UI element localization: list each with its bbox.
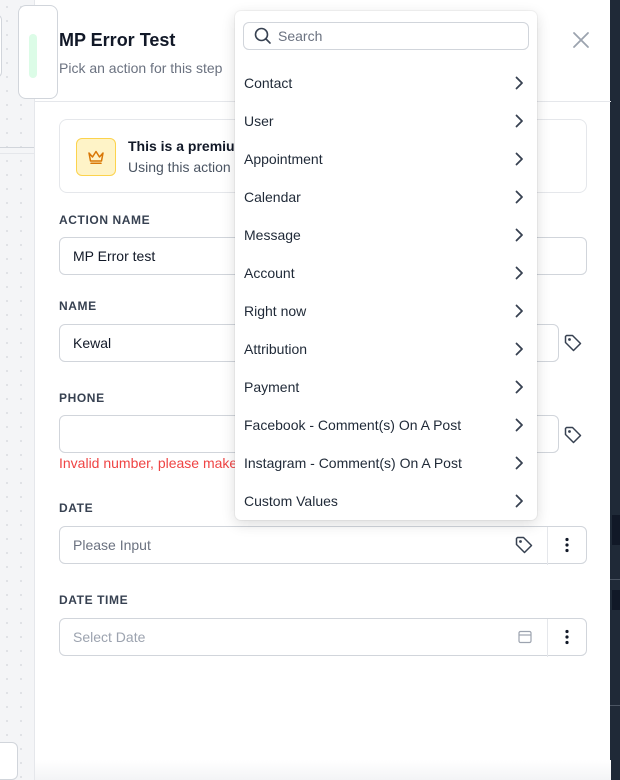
chevron-right-icon: [515, 418, 523, 432]
kebab-icon: [565, 629, 569, 645]
variable-picker-dropdown: Contact User Appointment Calendar Message Acc…: [235, 11, 537, 520]
chevron-right-icon: [515, 152, 523, 166]
dropdown-item-calendar[interactable]: Calendar: [235, 178, 537, 216]
tag-icon: [515, 536, 533, 554]
dropdown-item-payment[interactable]: Payment: [235, 368, 537, 406]
name-tag-button[interactable]: [561, 331, 585, 355]
premium-description: Using this action: [128, 159, 231, 175]
dropdown-item-label: Facebook - Comment(s) On A Post: [244, 417, 462, 433]
canvas-divider: [0, 147, 36, 148]
chevron-right-icon: [515, 114, 523, 128]
action-name-label: ACTION NAME: [59, 213, 151, 227]
crown-icon: [76, 138, 116, 176]
background-line: [610, 579, 620, 580]
dropdown-item-label: Attribution: [244, 341, 308, 357]
canvas-node: [18, 5, 58, 99]
panel-subtitle: Pick an action for this step: [59, 60, 223, 76]
dropdown-item-custom-values[interactable]: Custom Values: [235, 482, 537, 520]
chevron-right-icon: [515, 494, 523, 508]
dropdown-item-label: Contact: [244, 75, 293, 91]
dropdown-item-user[interactable]: User: [235, 102, 537, 140]
action-name-value: MP Error test: [73, 248, 156, 264]
panel-footer-shade: [35, 760, 611, 780]
date-label: DATE: [59, 501, 94, 515]
chevron-right-icon: [515, 228, 523, 242]
workflow-canvas: [0, 0, 36, 780]
search-icon: [254, 27, 271, 44]
canvas-divider: [0, 153, 36, 154]
premium-title: This is a premiu: [128, 138, 235, 154]
dropdown-item-label: Instagram - Comment(s) On A Post: [244, 455, 462, 471]
dropdown-item-account[interactable]: Account: [235, 254, 537, 292]
date-placeholder: Please Input: [73, 537, 151, 553]
panel-title: MP Error Test: [59, 30, 176, 50]
date-time-options-button[interactable]: [548, 618, 586, 656]
background-block: [612, 590, 620, 610]
date-time-label: DATE TIME: [59, 593, 129, 607]
dropdown-item-label: Custom Values: [244, 493, 338, 509]
name-label: NAME: [59, 299, 97, 313]
chevron-right-icon: [515, 456, 523, 470]
calendar-icon: [518, 630, 532, 647]
date-time-placeholder: Select Date: [73, 629, 146, 645]
phone-error-message: Invalid number, please make: [59, 455, 238, 471]
background-window: [610, 0, 620, 780]
date-input[interactable]: Please Input: [59, 526, 587, 565]
close-icon: [573, 32, 589, 48]
dropdown-item-label: User: [244, 113, 274, 129]
dropdown-item-attribution[interactable]: Attribution: [235, 330, 537, 368]
dropdown-item-message[interactable]: Message: [235, 216, 537, 254]
dropdown-item-label: Message: [244, 227, 301, 243]
dropdown-item-label: Payment: [244, 379, 300, 395]
chevron-right-icon: [515, 76, 523, 90]
chevron-right-icon: [515, 380, 523, 394]
date-tag-button[interactable]: [512, 533, 536, 557]
phone-tag-button[interactable]: [561, 423, 585, 447]
dropdown-search[interactable]: [243, 22, 529, 50]
background-line: [610, 705, 620, 706]
name-value: Kewal: [73, 335, 112, 351]
dropdown-item-label: Calendar: [244, 189, 301, 205]
canvas-node: [0, 14, 2, 78]
tag-icon: [564, 426, 582, 444]
chevron-right-icon: [515, 190, 523, 204]
canvas-node: [0, 742, 18, 780]
chevron-right-icon: [515, 342, 523, 356]
dropdown-item-contact[interactable]: Contact: [235, 64, 537, 102]
phone-label: PHONE: [59, 391, 105, 405]
dropdown-list: Contact User Appointment Calendar Message Acc…: [235, 64, 537, 520]
background-block: [612, 515, 620, 545]
chevron-right-icon: [515, 266, 523, 280]
dropdown-item-label: Account: [244, 265, 295, 281]
date-options-button[interactable]: [548, 526, 586, 564]
dropdown-item-label: Appointment: [244, 151, 323, 167]
close-button[interactable]: [569, 28, 593, 52]
dropdown-item-right-now[interactable]: Right now: [235, 292, 537, 330]
date-time-input[interactable]: Select Date: [59, 618, 587, 657]
dropdown-item-facebook-comment-s-on-a-post[interactable]: Facebook - Comment(s) On A Post: [235, 406, 537, 444]
tag-icon: [564, 334, 582, 352]
chevron-right-icon: [515, 304, 523, 318]
dropdown-search-input[interactable]: [278, 28, 518, 44]
dropdown-item-instagram-comment-s-on-a-post[interactable]: Instagram - Comment(s) On A Post: [235, 444, 537, 482]
dropdown-item-appointment[interactable]: Appointment: [235, 140, 537, 178]
dropdown-item-label: Right now: [244, 303, 307, 319]
canvas-node-accent: [29, 34, 37, 78]
kebab-icon: [565, 537, 569, 553]
